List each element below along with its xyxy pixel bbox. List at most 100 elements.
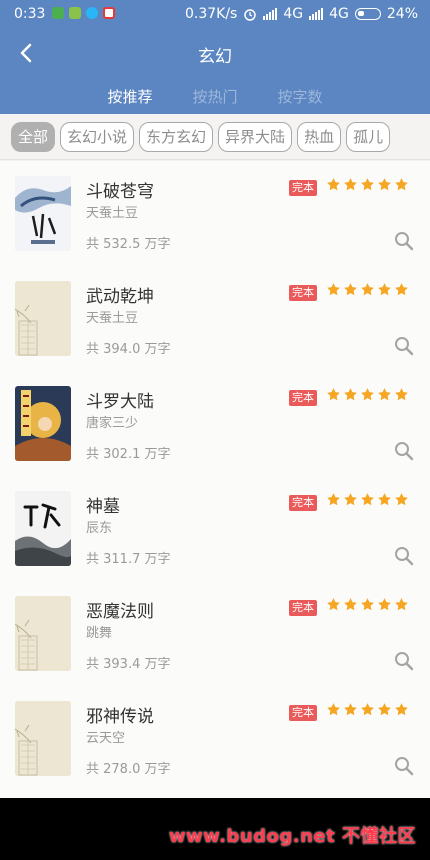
book-title: 恶魔法则: [86, 602, 154, 622]
star-icon: [344, 493, 357, 506]
rating-stars: [326, 387, 409, 402]
book-word-count: 共 302.1 万字: [86, 447, 171, 462]
star-icon: [361, 388, 374, 401]
book-author: 天蚕土豆: [86, 311, 139, 326]
book-author: 天蚕土豆: [86, 206, 139, 221]
status-badge: 完本: [289, 600, 317, 616]
status-badge: 完本: [289, 705, 317, 721]
book-list-item[interactable]: 神墓 辰东共 311.7 万字 完本: [0, 476, 430, 581]
category-chip[interactable]: 孤儿: [346, 121, 391, 152]
book-cover[interactable]: [15, 596, 71, 671]
book-word-count: 共 394.0 万字: [86, 342, 171, 357]
network-type: 4G: [329, 6, 349, 22]
book-title: 邪神传说: [86, 707, 154, 727]
star-icon: [344, 178, 357, 191]
star-icon: [395, 388, 408, 401]
star-icon: [378, 283, 391, 296]
star-icon: [395, 178, 408, 191]
star-icon: [327, 598, 340, 611]
star-icon: [378, 598, 391, 611]
category-chip[interactable]: 异界大陆: [218, 121, 293, 152]
battery-percent: 24%: [386, 6, 418, 22]
tab-popular[interactable]: 按热门: [192, 86, 237, 107]
rating-stars: [326, 282, 409, 297]
star-icon: [344, 388, 357, 401]
app-notification-icon: [103, 7, 115, 19]
category-chip[interactable]: 玄幻小说: [60, 121, 135, 152]
category-chip[interactable]: 热血: [297, 121, 342, 152]
book-cover[interactable]: [15, 176, 71, 251]
book-list-item[interactable]: 武动乾坤天蚕土豆共 394.0 万字 完本: [0, 266, 430, 371]
star-icon: [361, 283, 374, 296]
status-right: 0.37K/s 4G 4G 24%: [185, 6, 418, 22]
search-icon[interactable]: [394, 651, 414, 671]
book-list-item[interactable]: 邪神传说 云天空共 278.0 万字 完本: [0, 686, 430, 791]
star-icon: [327, 493, 340, 506]
book-cover[interactable]: [15, 491, 71, 566]
book-title: 斗破苍穹: [86, 182, 154, 202]
alarm-icon: [244, 9, 257, 21]
status-time: 0:33: [14, 6, 46, 22]
book-word-count: 共 532.5 万字: [86, 237, 171, 252]
book-cover[interactable]: [15, 701, 71, 776]
rating-stars: [326, 597, 409, 612]
star-icon: [344, 283, 357, 296]
signal-icon: [309, 8, 324, 20]
star-icon: [378, 703, 391, 716]
status-badge: 完本: [289, 285, 317, 301]
star-icon: [327, 703, 340, 716]
network-speed: 0.37K/s: [184, 6, 238, 22]
book-cover[interactable]: [15, 281, 71, 356]
book-list-item[interactable]: 斗破苍穹天蚕土豆共 532.5 万字 完本: [0, 161, 430, 266]
rating-stars: [326, 177, 409, 192]
search-icon[interactable]: [394, 336, 414, 356]
book-list-item[interactable]: 斗罗大陆 唐家三少共 302.1 万字 完本: [0, 371, 430, 476]
bottom-bar: www.budog.net 不懂社区: [0, 798, 430, 860]
app-notification-icon: [69, 7, 81, 19]
star-icon: [344, 703, 357, 716]
search-icon[interactable]: [394, 231, 414, 251]
watermark: www.budog.net 不懂社区: [168, 826, 416, 847]
rating-stars: [326, 702, 409, 717]
network-type: 4G: [283, 6, 304, 22]
tab-word-count[interactable]: 按字数: [278, 86, 323, 107]
search-icon[interactable]: [394, 756, 414, 776]
book-list: 斗破苍穹 天蚕土豆共 532.5 万字 完本 武动乾坤 天蚕土豆共 394.0 万字 完本…: [0, 161, 430, 798]
book-author: 跳舞: [86, 626, 113, 641]
star-icon: [378, 388, 391, 401]
book-title: 斗罗大陆: [86, 392, 154, 412]
sort-tabs: 按推荐 按热门 按字数: [0, 86, 430, 107]
star-icon: [395, 703, 408, 716]
star-icon: [361, 703, 374, 716]
category-chip[interactable]: 东方玄幻: [139, 121, 214, 152]
star-icon: [327, 178, 340, 191]
star-icon: [395, 493, 408, 506]
book-author: 辰东: [86, 521, 113, 536]
app-notification-icon: [86, 7, 98, 19]
star-icon: [344, 598, 357, 611]
star-icon: [361, 493, 374, 506]
status-badge: 完本: [289, 180, 317, 196]
page-title: 玄幻: [198, 47, 232, 67]
book-cover[interactable]: [15, 386, 71, 461]
rating-stars: [326, 492, 409, 507]
book-title: 武动乾坤: [86, 287, 154, 307]
status-badge: 完本: [289, 390, 317, 406]
status-bar: 0:33 0.37K/s 4G 4G 24%: [0, 0, 430, 30]
search-icon[interactable]: [394, 546, 414, 566]
book-word-count: 共 278.0 万字: [86, 762, 171, 777]
book-list-item[interactable]: 恶魔法则 跳舞共 393.4 万字 完本: [0, 581, 430, 686]
search-icon[interactable]: [394, 441, 414, 461]
notification-icons: [52, 7, 115, 19]
signal-icon: [263, 8, 278, 20]
battery-icon: [354, 8, 381, 20]
star-icon: [395, 598, 408, 611]
tab-recommended[interactable]: 按推荐: [107, 86, 152, 107]
book-word-count: 共 311.7 万字: [86, 552, 171, 567]
book-title: 神墓: [86, 497, 120, 517]
star-icon: [395, 283, 408, 296]
star-icon: [361, 598, 374, 611]
category-chip[interactable]: 全部: [11, 121, 56, 152]
app-notification-icon: [52, 7, 64, 19]
header: 玄幻 按推荐 按热门 按字数: [0, 30, 430, 114]
